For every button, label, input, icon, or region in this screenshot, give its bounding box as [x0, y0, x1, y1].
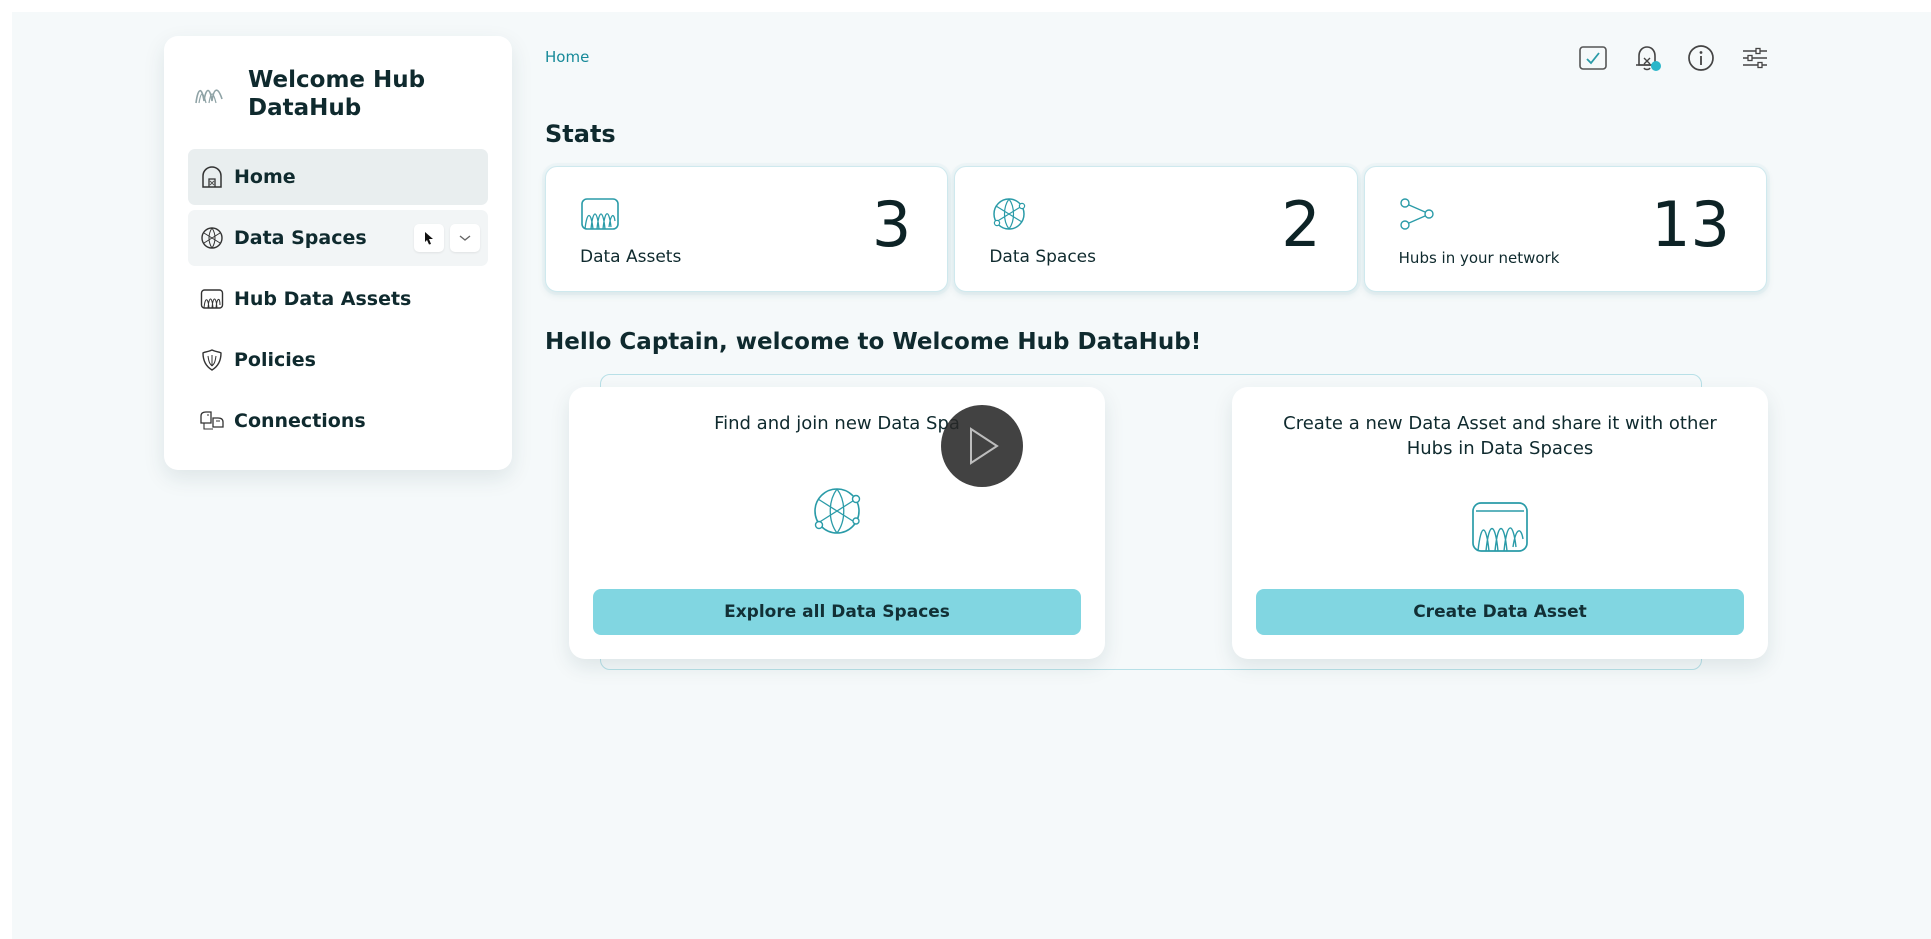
sidebar-item-hub-data-assets[interactable]: Hub Data Assets: [188, 271, 488, 327]
stats-row: Data Assets 3 Data Spaces 2 Hubs in your…: [545, 166, 1767, 292]
network-nodes-icon: [1399, 198, 1434, 230]
stat-value: 2: [1281, 188, 1321, 261]
stat-label: Data Spaces: [989, 247, 1096, 267]
sidebar-item-tools: [414, 224, 480, 252]
notifications-button[interactable]: [1630, 41, 1664, 75]
globe-network-icon: [814, 488, 861, 534]
welcome-heading: Hello Captain, welcome to Welcome Hub Da…: [545, 329, 1202, 355]
cursor-icon: [425, 232, 433, 245]
tasks-icon: [1579, 46, 1607, 70]
data-asset-icon: [1472, 502, 1528, 552]
info-icon: [1688, 45, 1714, 71]
data-asset-icon: [200, 289, 224, 309]
globe-network-icon: [201, 227, 223, 249]
sidebar-item-label: Data Spaces: [234, 227, 367, 249]
create-asset-card: Create a new Data Asset and share it wit…: [1232, 387, 1768, 659]
sidebar-item-data-spaces[interactable]: Data Spaces: [188, 210, 488, 266]
card-text: Create a new Data Asset and share it wit…: [1283, 413, 1717, 459]
connections-icon: [200, 411, 224, 430]
sidebar-item-label: Home: [234, 166, 296, 188]
sidebar-item-label: Hub Data Assets: [234, 288, 412, 310]
expand-button[interactable]: [450, 224, 480, 252]
notification-badge: [1651, 61, 1661, 71]
play-icon: [970, 427, 999, 465]
stat-card-data-spaces[interactable]: Data Spaces 2: [954, 166, 1358, 292]
sidebar: Welcome Hub DataHub Home Data Spaces Hub…: [164, 36, 512, 470]
sidebar-item-connections[interactable]: Connections: [188, 393, 488, 449]
stat-card-data-assets[interactable]: Data Assets 3: [545, 166, 949, 292]
globe-network-icon: [993, 198, 1026, 230]
explore-card: Find and join new Data Spa Explore all D…: [569, 387, 1105, 659]
breadcrumb-home[interactable]: Home: [545, 48, 589, 66]
stat-value: 13: [1651, 188, 1730, 261]
sidebar-item-policies[interactable]: Policies: [188, 332, 488, 388]
home-icon: [202, 166, 222, 188]
stat-value: 3: [871, 188, 912, 261]
settings-sliders-icon: [1743, 47, 1767, 69]
play-video-button[interactable]: [941, 405, 1023, 487]
sidebar-item-label: Connections: [234, 410, 366, 432]
data-asset-icon: [581, 198, 619, 230]
shield-icon: [202, 349, 222, 371]
info-button[interactable]: [1684, 41, 1718, 75]
sidebar-item-home[interactable]: Home: [188, 149, 488, 205]
explore-data-spaces-button[interactable]: Explore all Data Spaces: [593, 589, 1081, 635]
header-actions: [1576, 41, 1772, 75]
chevron-down-icon: [459, 235, 471, 241]
create-data-asset-button[interactable]: Create Data Asset: [1256, 589, 1744, 635]
sidebar-nav: Home Data Spaces Hub Data Assets Policie…: [188, 149, 488, 454]
brand[interactable]: Welcome Hub DataHub: [194, 66, 448, 122]
stat-label: Hubs in your network: [1398, 249, 1560, 267]
settings-button[interactable]: [1738, 41, 1772, 75]
pin-button[interactable]: [414, 224, 444, 252]
tasks-button[interactable]: [1576, 41, 1610, 75]
stat-card-hubs-network[interactable]: Hubs in your network 13: [1363, 166, 1767, 292]
hub-logo-icon: [195, 89, 223, 104]
stats-title: Stats: [545, 120, 616, 148]
brand-title: Welcome Hub DataHub: [248, 67, 426, 121]
sidebar-item-label: Policies: [234, 349, 316, 371]
stat-label: Data Assets: [580, 247, 682, 267]
